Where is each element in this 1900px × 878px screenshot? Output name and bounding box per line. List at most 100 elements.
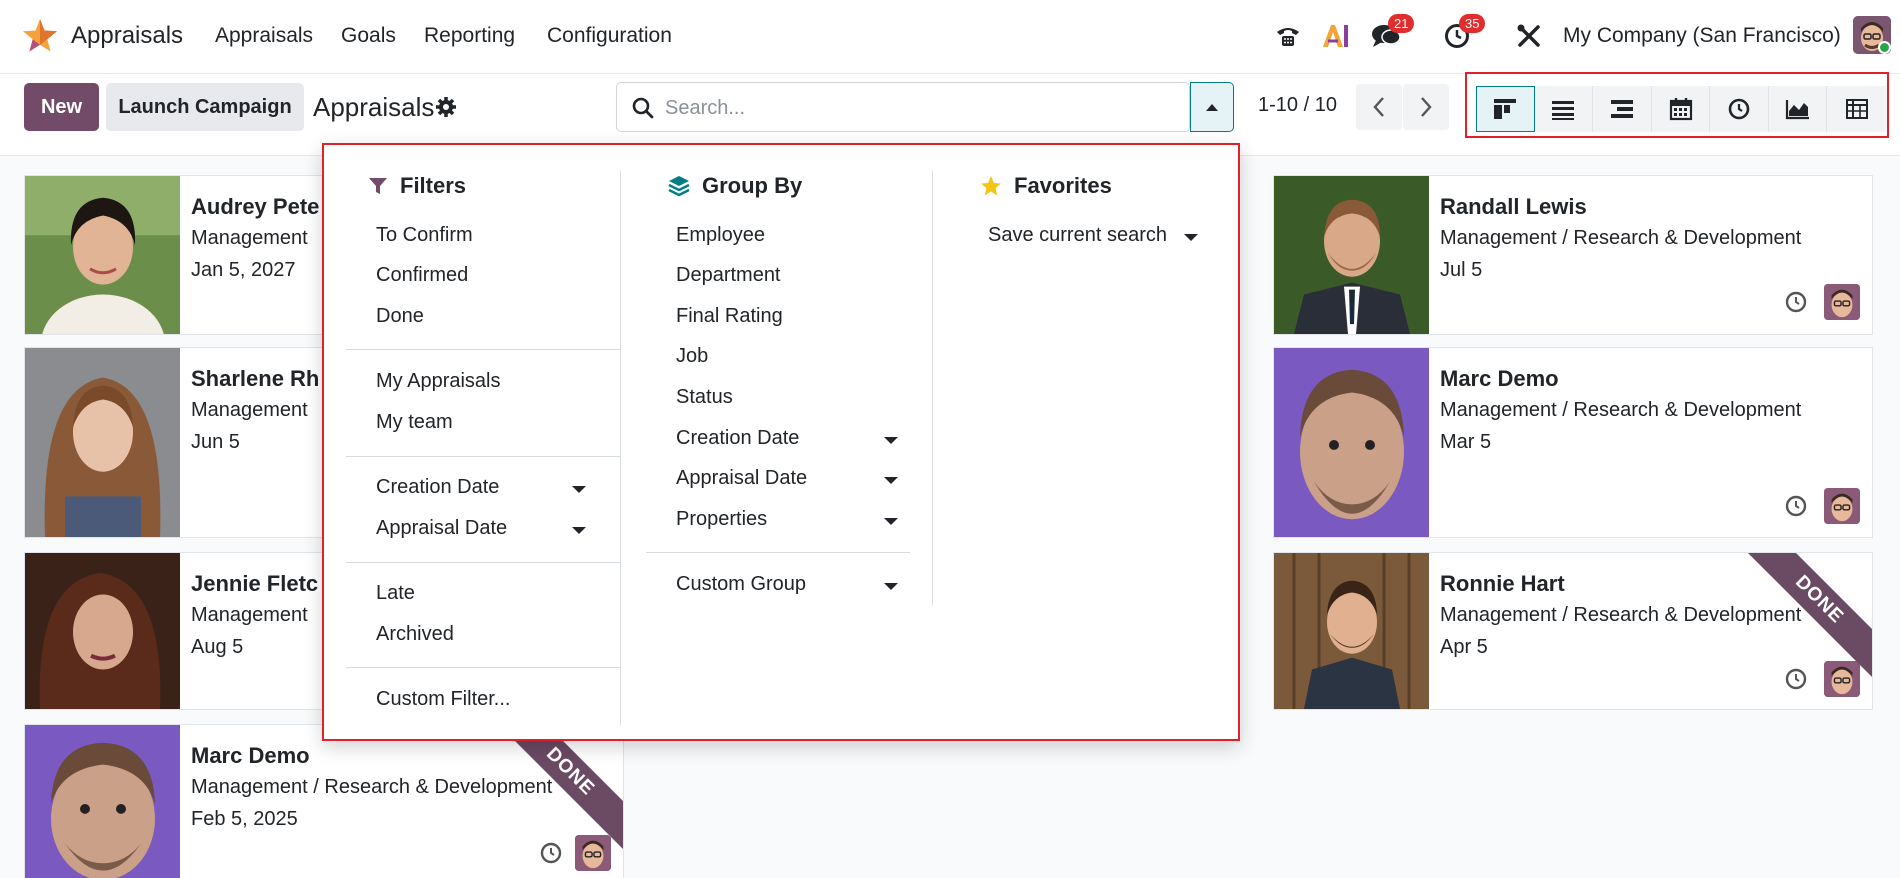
employee-photo xyxy=(25,348,180,537)
employee-name: Marc Demo xyxy=(1440,366,1559,391)
employee-department: Management / Research & Development xyxy=(1440,604,1802,626)
caret-down-icon xyxy=(884,437,898,444)
employee-department: Management xyxy=(191,604,308,626)
filter-appraisal-date[interactable]: Appraisal Date xyxy=(376,517,507,540)
caret-down-icon xyxy=(572,527,586,534)
filters-header: Filters xyxy=(368,171,466,201)
nav-reporting[interactable]: Reporting xyxy=(424,24,515,48)
employee-department: Management xyxy=(191,399,308,421)
groupby-department[interactable]: Department xyxy=(676,264,781,287)
groupby-custom-group[interactable]: Custom Group xyxy=(676,573,806,596)
filter-late[interactable]: Late xyxy=(376,582,415,605)
activity-clock-icon[interactable] xyxy=(1784,667,1808,691)
groupby-section: Group By xyxy=(668,171,802,201)
appraisal-date: Jul 5 xyxy=(1440,259,1483,281)
kanban-card[interactable]: Marc Demo Management / Research & Develo… xyxy=(24,724,624,878)
filter-creation-date[interactable]: Creation Date xyxy=(376,476,499,499)
filter-icon xyxy=(369,178,387,194)
nav-appraisals[interactable]: Appraisals xyxy=(215,24,313,48)
app-name[interactable]: Appraisals xyxy=(71,22,183,50)
column-divider xyxy=(932,171,933,605)
employee-photo xyxy=(1274,553,1429,709)
messages-badge: 21 xyxy=(1388,14,1415,33)
groupby-title: Group By xyxy=(702,173,803,198)
new-button[interactable]: New xyxy=(24,83,99,131)
groupby-creation-date[interactable]: Creation Date xyxy=(676,427,799,450)
messages-icon[interactable]: 21 xyxy=(1370,14,1415,52)
activity-clock-icon[interactable] xyxy=(1784,290,1808,314)
favorites-header: Favorites xyxy=(980,171,1112,201)
employee-name: Audrey Pete xyxy=(191,194,320,219)
caret-down-icon xyxy=(884,583,898,590)
kanban-card[interactable]: Ronnie Hart Management / Research & Deve… xyxy=(1273,552,1873,710)
caret-down-icon xyxy=(1184,234,1198,241)
appraisal-date: Mar 5 xyxy=(1440,431,1492,453)
manager-avatar[interactable] xyxy=(1824,661,1860,697)
company-switcher[interactable]: My Company (San Francisco) xyxy=(1563,24,1841,48)
pager-previous-button[interactable] xyxy=(1356,84,1402,130)
groupby-final-rating[interactable]: Final Rating xyxy=(676,305,783,328)
appraisal-date: Jun 5 xyxy=(191,431,240,453)
employee-department: Management xyxy=(191,227,308,249)
caret-down-icon xyxy=(884,477,898,484)
gear-icon[interactable] xyxy=(435,96,457,118)
activity-clock-icon[interactable] xyxy=(1784,494,1808,518)
groupby-header: Group By xyxy=(668,171,802,201)
employee-department: Management / Research & Development xyxy=(1440,399,1802,421)
appraisal-date: Aug 5 xyxy=(191,636,244,658)
appraisal-date: Feb 5, 2025 xyxy=(191,808,298,830)
pager-value[interactable]: 1-10 / 10 xyxy=(1258,94,1337,117)
filter-my-appraisals[interactable]: My Appraisals xyxy=(376,370,501,393)
activity-clock-icon[interactable]: 35 xyxy=(1441,14,1486,52)
view-switcher-highlight xyxy=(1465,72,1889,138)
groupby-job[interactable]: Job xyxy=(676,345,708,368)
caret-up-icon xyxy=(1206,104,1218,111)
filter-my-team[interactable]: My team xyxy=(376,411,453,434)
chevron-right-icon xyxy=(1421,97,1432,117)
divider xyxy=(346,667,620,668)
groupby-properties[interactable]: Properties xyxy=(676,508,767,531)
manager-avatar[interactable] xyxy=(1824,284,1860,320)
filters-title: Filters xyxy=(400,173,467,198)
employee-photo xyxy=(25,176,180,334)
save-current-search[interactable]: Save current search xyxy=(988,224,1167,247)
employee-name: Ronnie Hart xyxy=(1440,571,1565,596)
page-title: Appraisals xyxy=(313,92,435,122)
online-status-dot xyxy=(1878,41,1891,54)
groupby-employee[interactable]: Employee xyxy=(676,224,765,247)
groupby-appraisal-date[interactable]: Appraisal Date xyxy=(676,467,807,490)
employee-name: Randall Lewis xyxy=(1440,194,1587,219)
employee-photo xyxy=(25,725,180,878)
activity-clock-icon[interactable] xyxy=(539,841,563,865)
search-icon xyxy=(632,97,654,119)
manager-avatar[interactable] xyxy=(575,835,611,871)
filter-confirmed[interactable]: Confirmed xyxy=(376,264,468,287)
employee-photo xyxy=(1274,176,1429,334)
kanban-card[interactable]: Marc Demo Management / Research & Develo… xyxy=(1273,347,1873,538)
caret-down-icon xyxy=(572,486,586,493)
employee-name: Jennie Fletc xyxy=(191,571,319,596)
chevron-left-icon xyxy=(1373,97,1384,117)
filter-archived[interactable]: Archived xyxy=(376,623,454,646)
search-options-dropdown: Filters To Confirm Confirmed Done My App… xyxy=(322,143,1240,741)
employee-name: Sharlene Rh xyxy=(191,366,320,391)
appraisal-date: Apr 5 xyxy=(1440,636,1488,658)
nav-goals[interactable]: Goals xyxy=(341,24,396,48)
filter-done[interactable]: Done xyxy=(376,305,424,328)
app-logo-icon[interactable] xyxy=(22,18,58,54)
add-custom-filter[interactable]: Custom Filter... xyxy=(376,688,510,711)
ai-icon[interactable] xyxy=(1320,20,1352,52)
search-input[interactable] xyxy=(665,93,1085,123)
filter-to-confirm[interactable]: To Confirm xyxy=(376,224,473,247)
launch-campaign-button[interactable]: Launch Campaign xyxy=(106,83,304,131)
filters-section: Filters xyxy=(368,171,466,201)
caret-down-icon xyxy=(884,518,898,525)
pager-next-button[interactable] xyxy=(1403,84,1449,130)
groupby-status[interactable]: Status xyxy=(676,386,733,409)
phone-icon[interactable] xyxy=(1272,20,1304,52)
nav-configuration[interactable]: Configuration xyxy=(547,24,672,48)
debug-tools-icon[interactable] xyxy=(1513,20,1545,52)
manager-avatar[interactable] xyxy=(1824,488,1860,524)
search-options-toggle[interactable] xyxy=(1190,82,1234,132)
kanban-card[interactable]: Randall Lewis Management / Research & De… xyxy=(1273,175,1873,335)
